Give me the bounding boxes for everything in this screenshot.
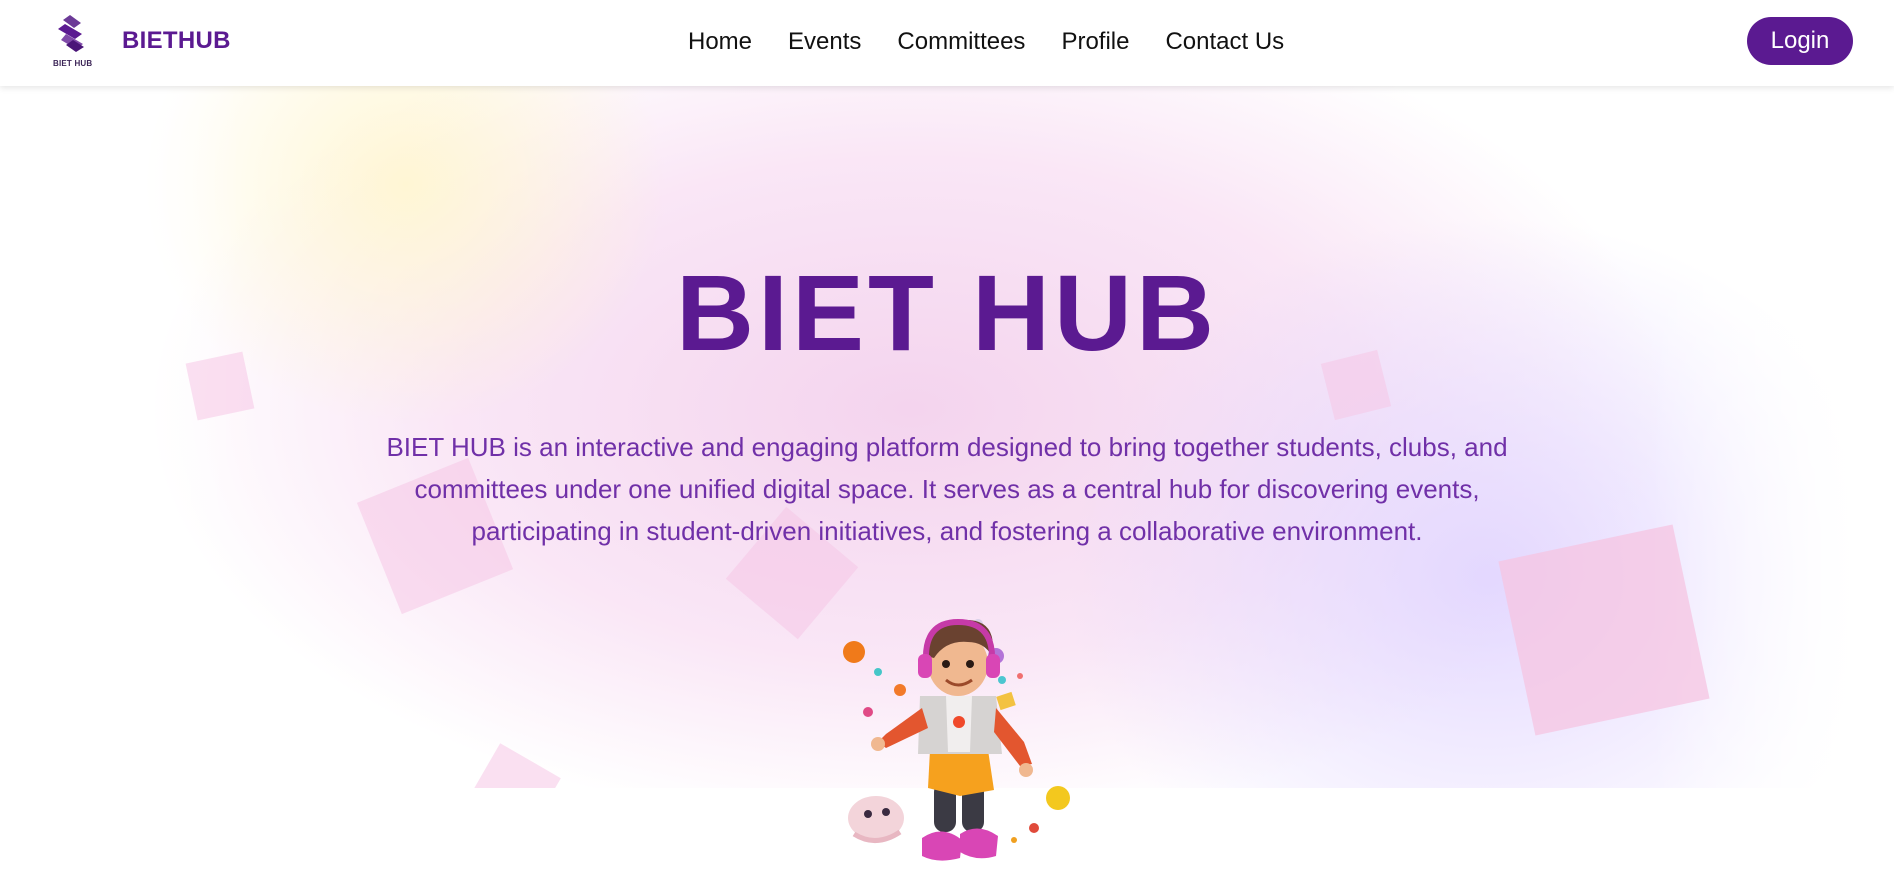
cartoon-boy-with-headphones-illustration (838, 612, 1078, 866)
top-navbar: BIET HUB BIETHUB Home Events Committees … (0, 0, 1894, 86)
nav-committees-link[interactable]: Committees (897, 26, 1025, 58)
biet-hub-logo-icon: BIET HUB (52, 14, 96, 68)
decorative-square (465, 743, 561, 788)
login-button[interactable]: Login (1747, 17, 1853, 65)
brand-name: BIETHUB (122, 27, 231, 54)
nav-events-link[interactable]: Events (788, 26, 861, 58)
brand-home-link[interactable]: BIET HUB BIETHUB (52, 14, 231, 68)
nav-home-link[interactable]: Home (688, 26, 752, 58)
hero-description: BIET HUB is an interactive and engaging … (386, 432, 1508, 546)
main-navigation: Home Events Committees Profile Contact U… (688, 26, 1284, 58)
hero-title: BIET HUB (676, 252, 1218, 373)
nav-contact-us-link[interactable]: Contact Us (1165, 26, 1284, 58)
nav-profile-link[interactable]: Profile (1061, 26, 1129, 58)
decorative-square (1498, 524, 1710, 736)
logo-caption: BIET HUB (53, 59, 93, 68)
